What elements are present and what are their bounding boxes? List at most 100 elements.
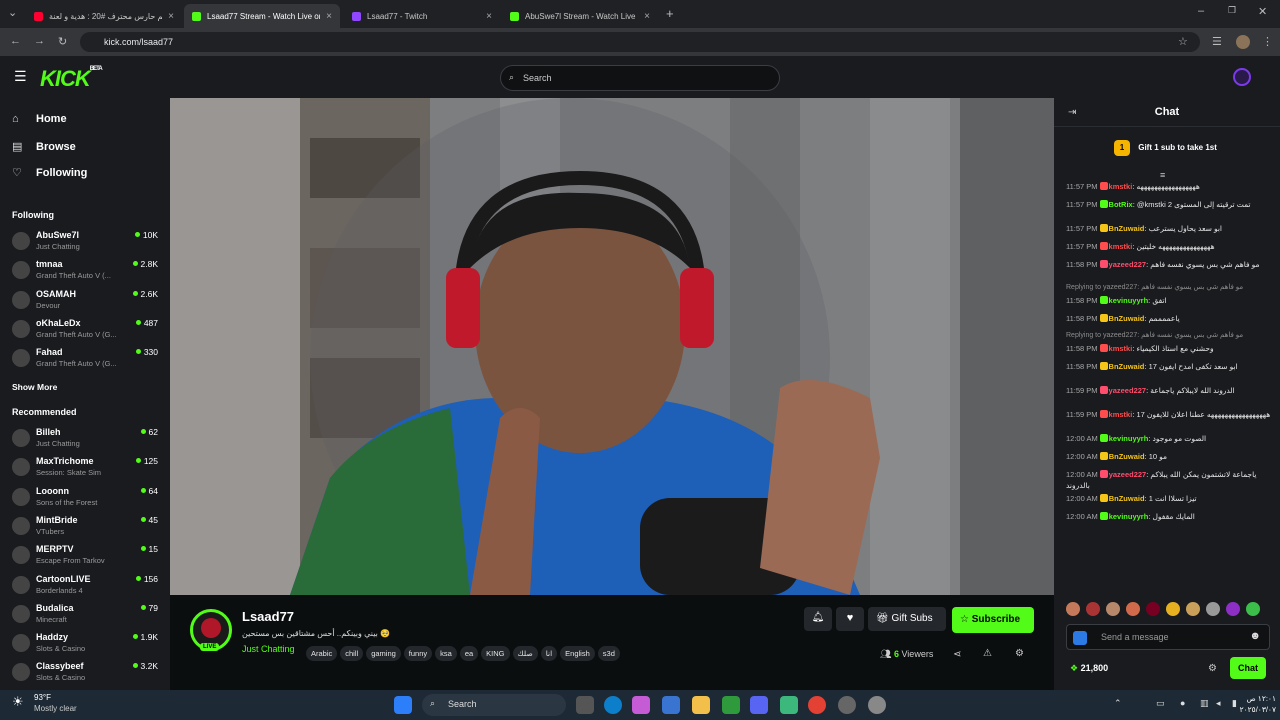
stream-tag[interactable]: English <box>560 646 595 661</box>
sidebar-channel[interactable]: AbuSwe7l Just Chatting 10K <box>12 229 162 255</box>
chat-message[interactable]: 11:58 PM BnZuwaid: ياعممممم <box>1066 313 1271 324</box>
emote-picker-icon[interactable] <box>1073 631 1087 645</box>
chat-message[interactable]: 11:57 PM BnZuwaid: ابو سعد يحاول يسترعب <box>1066 223 1271 234</box>
message-username[interactable]: yazeed227 <box>1109 470 1147 479</box>
reload-icon[interactable]: ↻ <box>58 35 67 48</box>
url-field[interactable]: kick.com/lsaad77 <box>80 32 1200 52</box>
message-username[interactable]: kmstki <box>1109 344 1133 353</box>
windows-start-icon[interactable] <box>394 696 412 714</box>
reading-list-icon[interactable]: ☰ <box>1212 35 1222 48</box>
stream-tag[interactable]: Arabic <box>306 646 338 661</box>
stream-tag[interactable]: gaming <box>366 646 401 661</box>
show-more-link[interactable]: Show More <box>12 382 57 392</box>
chat-message[interactable]: 11:57 PM BotRix: @kmstki تمت ترقيته إلى ا… <box>1066 199 1271 210</box>
sidebar-channel[interactable]: MaxTrichome Session: Skate Sim 125 <box>12 455 162 481</box>
user-avatar[interactable] <box>1233 68 1251 86</box>
notification-bell-icon[interactable]: 🔔︎ <box>804 607 832 631</box>
stream-tag[interactable]: ea <box>459 646 479 661</box>
chrome-icon[interactable] <box>808 696 826 714</box>
emote-avatar[interactable] <box>1086 602 1100 616</box>
message-username[interactable]: BnZuwaid <box>1109 314 1145 323</box>
emote-avatar[interactable] <box>1166 602 1180 616</box>
emote-avatar[interactable] <box>1126 602 1140 616</box>
sidebar-channel[interactable]: oKhaLeDx Grand Theft Auto V (G... 487 <box>12 317 162 343</box>
sidebar-channel[interactable]: Classybeef Slots & Casino 3.2K <box>12 660 162 686</box>
settings-icon[interactable] <box>868 696 886 714</box>
bookmark-star-icon[interactable]: ☆ <box>1178 35 1188 48</box>
nav-home[interactable]: ⌂ Home <box>12 113 67 125</box>
message-username[interactable]: BotRix <box>1109 200 1133 209</box>
chat-message[interactable]: 11:57 PM kmstki: هههههههههههههههههه <box>1066 181 1271 192</box>
video-player[interactable] <box>170 98 1054 595</box>
sidebar-channel[interactable]: Budalica Minecraft 79 <box>12 602 162 628</box>
xbox-icon[interactable] <box>722 696 740 714</box>
chat-message[interactable]: 12:00 AM kevinuyyrh: المايك مقفول <box>1066 511 1271 522</box>
message-username[interactable]: kmstki <box>1109 410 1133 419</box>
message-username[interactable]: BnZuwaid <box>1109 362 1145 371</box>
sidebar-channel[interactable]: MintBride VTubers 45 <box>12 514 162 540</box>
sidebar-channel[interactable]: OSAMAH Devour 2.6K <box>12 288 162 314</box>
pinned-toggle-icon[interactable]: ≡ <box>1160 170 1165 180</box>
browser-tab-3[interactable]: Lsaad77 - Twitch × <box>344 4 500 28</box>
chat-message-input[interactable]: Send a message ☻ <box>1066 624 1270 650</box>
close-tab-icon[interactable]: × <box>644 11 650 22</box>
taskbar-search[interactable]: ⌕ Search <box>422 694 566 716</box>
minimize-icon[interactable]: – <box>1198 5 1204 17</box>
message-username[interactable]: kmstki <box>1109 182 1133 191</box>
search-input[interactable]: ⌕ Search <box>500 65 780 91</box>
chat-send-button[interactable]: Chat <box>1230 657 1266 679</box>
close-tab-icon[interactable]: × <box>168 11 174 22</box>
close-tab-icon[interactable]: × <box>486 11 492 22</box>
menu-dots-icon[interactable]: ⋮ <box>1262 35 1273 48</box>
browser-tab-1[interactable]: حلم حارس محترف #20 : هدية و لعنة × <box>26 4 182 28</box>
category-link[interactable]: Just Chatting <box>242 644 295 654</box>
sidebar-channel[interactable]: MERPTV Escape From Tarkov 15 <box>12 543 162 569</box>
emote-avatar[interactable] <box>1226 602 1240 616</box>
chat-message[interactable]: 11:58 PM kevinuyyrh: اتفق <box>1066 295 1271 306</box>
emote-avatar[interactable] <box>1106 602 1120 616</box>
browser-tab-4[interactable]: AbuSwe7l Stream - Watch Live on Kick × <box>502 4 658 28</box>
message-username[interactable]: kevinuyyrh <box>1109 512 1149 521</box>
nav-browse[interactable]: ▤ Browse <box>12 140 76 153</box>
sidebar-channel[interactable]: tmnaa Grand Theft Auto V (... 2.8K <box>12 258 162 284</box>
sidebar-channel[interactable]: Fahad Grand Theft Auto V (G... 330 <box>12 346 162 372</box>
follow-heart-icon[interactable]: ♥ <box>836 607 864 631</box>
subscribe-button[interactable]: ☆ Subscribe <box>952 607 1034 633</box>
close-window-icon[interactable]: ✕ <box>1258 5 1267 18</box>
sidebar-channel[interactable]: Looonn Sons of the Forest 64 <box>12 485 162 511</box>
message-username[interactable]: kevinuyyrh <box>1109 296 1149 305</box>
taskbar-clock[interactable]: ١٢:٠١ ص ٢٠٢٥/٠٣/٠٧ <box>1236 693 1276 715</box>
profile-avatar[interactable] <box>1236 35 1250 49</box>
maximize-icon[interactable]: ❐ <box>1228 5 1236 16</box>
chat-message[interactable]: 11:58 PM yazeed227: مو فاهم شي بس يسوي نف… <box>1066 259 1271 270</box>
emote-avatar[interactable] <box>1186 602 1200 616</box>
emote-avatar[interactable] <box>1206 602 1220 616</box>
mic-icon[interactable]: ● <box>1180 698 1185 708</box>
volume-icon[interactable]: ◂ <box>1216 698 1221 709</box>
new-tab-icon[interactable]: + <box>666 6 674 21</box>
nav-following[interactable]: ♡ Following <box>12 166 87 179</box>
message-username[interactable]: kevinuyyrh <box>1109 434 1149 443</box>
chat-settings-icon[interactable]: ⚙ <box>1208 663 1217 674</box>
sidebar-channel[interactable]: Billeh Just Chatting 62 <box>12 426 162 452</box>
emote-avatar[interactable] <box>1246 602 1260 616</box>
message-username[interactable]: BnZuwaid <box>1109 494 1145 503</box>
share-icon[interactable]: ⋖ <box>953 649 961 660</box>
browser-tab-2[interactable]: Lsaad77 Stream - Watch Live on Kick × <box>184 4 340 28</box>
channel-points[interactable]: ❖ 21,800 <box>1070 663 1108 674</box>
copilot-icon[interactable] <box>632 696 650 714</box>
chat-message[interactable]: 11:57 PM kmstki: هههههههههههههههه خليتين <box>1066 241 1271 252</box>
stream-tag[interactable]: KING <box>481 646 510 661</box>
message-username[interactable]: BnZuwaid <box>1109 224 1145 233</box>
message-username[interactable]: BnZuwaid <box>1109 452 1145 461</box>
forward-icon[interactable]: → <box>34 35 45 47</box>
message-username[interactable]: yazeed227 <box>1109 260 1147 269</box>
hamburger-menu-icon[interactable]: ☰ <box>14 68 27 85</box>
emote-avatar[interactable] <box>1066 602 1080 616</box>
chat-message[interactable]: 11:59 PM kmstki: هههههههههههههههههه عطنا … <box>1066 409 1271 420</box>
chat-message[interactable]: 12:00 AM BnZuwaid: 10 مو <box>1066 451 1271 462</box>
app-icon[interactable] <box>838 696 856 714</box>
chat-message[interactable]: 11:58 PM kmstki: وحشني مع استاذ الكيمياء <box>1066 343 1271 354</box>
message-username[interactable]: yazeed227 <box>1109 386 1147 395</box>
chat-message[interactable]: 12:00 AM BnZuwaid: تيزا تسلاا انت 1 <box>1066 493 1271 504</box>
